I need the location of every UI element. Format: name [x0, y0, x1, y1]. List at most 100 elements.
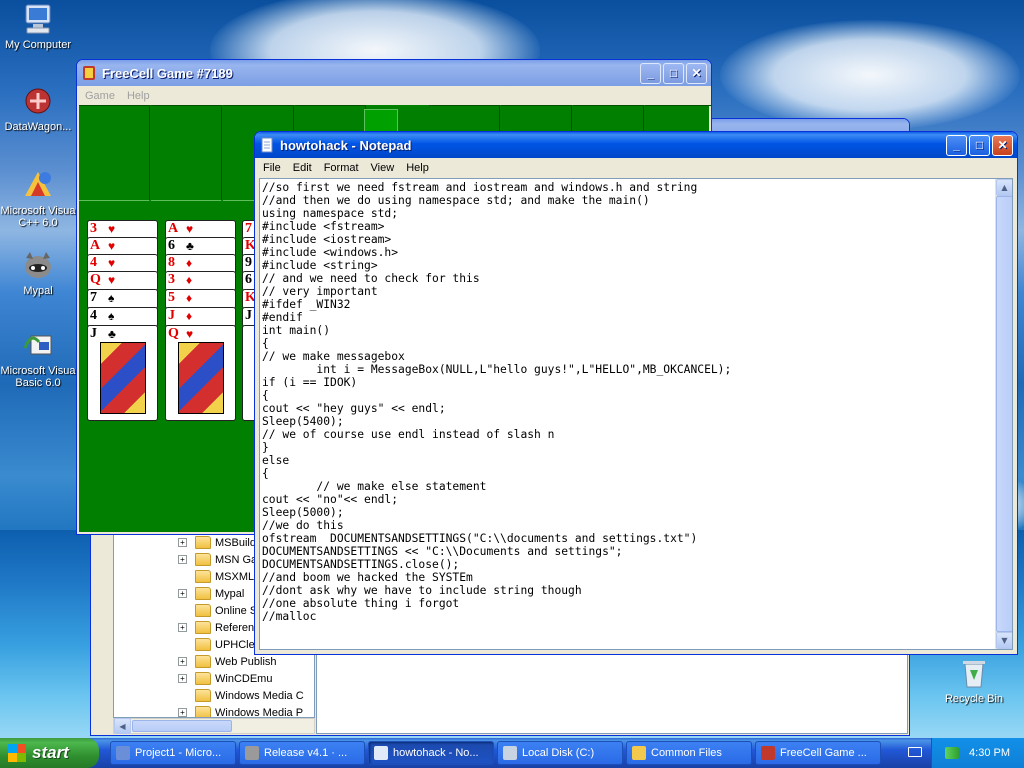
tree-item[interactable]: + Referen	[114, 619, 254, 636]
notepad-content[interactable]: //so first we need fstream and iostream …	[262, 181, 992, 623]
tree-item-label: Mypal	[215, 587, 245, 600]
taskbar-button[interactable]: FreeCell Game ...	[755, 741, 881, 765]
close-button[interactable]: ✕	[992, 134, 1013, 156]
folder-icon	[195, 536, 211, 549]
taskbar-button-label: Project1 - Micro...	[135, 747, 222, 759]
free-cell[interactable]	[151, 105, 222, 201]
minimize-button[interactable]: _	[946, 134, 967, 156]
maximize-button[interactable]: □	[969, 134, 990, 156]
taskbar-button[interactable]: howtohack - No...	[368, 741, 494, 765]
recycle-bin-icon	[957, 656, 991, 690]
maximize-button[interactable]: □	[663, 62, 684, 84]
tree-item[interactable]: + Mypal	[114, 585, 244, 602]
playing-card[interactable]: 5 ♦	[165, 289, 236, 309]
menu-view[interactable]: View	[365, 162, 401, 174]
desktop-icon-label: Mypal	[23, 285, 53, 297]
desktop-icon-visual-basic[interactable]: Microsoft Visua Basic 6.0	[0, 328, 78, 389]
playing-card[interactable]: 4 ♠	[87, 307, 158, 327]
card-suit: ♥	[108, 273, 124, 287]
playing-card[interactable]: J ♣	[87, 325, 158, 421]
menu-help[interactable]: Help	[121, 90, 156, 102]
card-face-art	[100, 342, 146, 414]
expand-icon[interactable]: +	[178, 538, 187, 547]
desktop-icon-recycle-bin[interactable]: Recycle Bin	[934, 656, 1014, 705]
taskbar-button-label: howtohack - No...	[393, 747, 479, 759]
card-suit: ♦	[186, 273, 201, 287]
expand-icon[interactable]: +	[178, 623, 187, 632]
tree-item-label: Online S	[215, 604, 258, 617]
folder-tree-scrollbar[interactable]: ◀	[113, 718, 315, 734]
menu-file[interactable]: File	[257, 162, 287, 174]
free-cell[interactable]	[79, 105, 150, 201]
taskbar-button-label: Release v4.1 · ...	[264, 747, 348, 759]
folder-icon	[195, 672, 211, 685]
tree-item[interactable]: + WinCDEmu	[114, 670, 272, 687]
menu-game[interactable]: Game	[79, 90, 121, 102]
tree-item[interactable]: UPHClea	[114, 636, 261, 653]
card-rank: A	[90, 238, 101, 253]
desktop-icon-mypal[interactable]: Mypal	[0, 248, 78, 297]
menu-edit[interactable]: Edit	[287, 162, 318, 174]
expand-icon[interactable]: +	[178, 555, 187, 564]
tree-item[interactable]: Online S	[114, 602, 257, 619]
card-suit: ♥	[186, 222, 202, 236]
start-button[interactable]: start	[0, 738, 99, 768]
tree-item-label: WinCDEmu	[215, 672, 273, 685]
desktop-icon-label: Microsoft Visua C++ 6.0	[0, 205, 76, 229]
card-suit: ♥	[108, 222, 124, 236]
keyboard-icon[interactable]	[908, 747, 922, 757]
notepad-text-area[interactable]: //so first we need fstream and iostream …	[259, 178, 1013, 650]
desktop-icon-datawagon[interactable]: DataWagon...	[0, 84, 78, 133]
expand-icon[interactable]: +	[178, 589, 187, 598]
desktop-icon-my-computer[interactable]: My Computer	[0, 2, 78, 51]
scroll-thumb[interactable]	[996, 196, 1012, 632]
scroll-thumb-horizontal[interactable]	[132, 720, 232, 732]
card-suit: ♥	[186, 327, 202, 341]
clock[interactable]: 4:30 PM	[969, 747, 1010, 759]
tree-item[interactable]: + Windows Media P	[114, 704, 303, 717]
menu-help[interactable]: Help	[400, 162, 435, 174]
tree-item-label: Referen	[215, 621, 255, 634]
tree-item[interactable]: + MSN Ga	[114, 551, 257, 568]
tree-item-label: MSBuild	[215, 536, 256, 549]
playing-card[interactable]: J ♦	[165, 307, 236, 327]
network-icon[interactable]	[945, 747, 960, 759]
desktop-icon-visual-cpp[interactable]: Microsoft Visua C++ 6.0	[0, 168, 78, 229]
card-suit: ♦	[186, 309, 201, 323]
card-rank: J	[245, 308, 252, 323]
expand-icon[interactable]: +	[178, 708, 187, 717]
playing-card[interactable]: Q ♥	[87, 271, 158, 291]
tree-item[interactable]: + Web Publish	[114, 653, 277, 670]
expand-icon[interactable]: +	[178, 657, 187, 666]
menu-format[interactable]: Format	[318, 162, 365, 174]
taskbar-button[interactable]: Project1 - Micro...	[110, 741, 236, 765]
taskbar-app-icon	[761, 746, 775, 760]
taskbar-app-icon	[503, 746, 517, 760]
taskbar-button-label: Local Disk (C:)	[522, 747, 595, 759]
vertical-scrollbar[interactable]: ▲ ▼	[995, 179, 1012, 649]
tree-item[interactable]: + MSBuild	[114, 534, 256, 551]
freecell-title-bar[interactable]: FreeCell Game #7189 _ □ ✕	[77, 60, 711, 86]
expand-icon[interactable]: +	[178, 674, 187, 683]
card-suit: ♣	[108, 327, 124, 341]
close-button[interactable]: ✕	[686, 62, 707, 84]
scroll-up-button[interactable]: ▲	[996, 179, 1012, 196]
computer-icon	[21, 2, 55, 36]
start-label: start	[32, 743, 69, 762]
folder-icon	[195, 655, 211, 668]
taskbar-button[interactable]: Common Files	[626, 741, 752, 765]
tree-item[interactable]: MSXML	[114, 568, 254, 585]
notepad-window[interactable]: howtohack - Notepad _ □ ✕ File Edit Form…	[254, 131, 1018, 655]
visual-basic-icon	[21, 328, 55, 362]
scroll-left-button[interactable]: ◀	[114, 718, 131, 734]
playing-card[interactable]: 3 ♦	[165, 271, 236, 291]
minimize-button[interactable]: _	[640, 62, 661, 84]
taskbar-app-icon	[116, 746, 130, 760]
scroll-down-button[interactable]: ▼	[996, 632, 1012, 649]
taskbar-button[interactable]: Local Disk (C:)	[497, 741, 623, 765]
playing-card[interactable]: Q ♥	[165, 325, 236, 421]
tree-item[interactable]: Windows Media C	[114, 687, 304, 704]
taskbar-button[interactable]: Release v4.1 · ...	[239, 741, 365, 765]
notepad-title-bar[interactable]: howtohack - Notepad _ □ ✕	[255, 132, 1017, 158]
playing-card[interactable]: 7 ♠	[87, 289, 158, 309]
